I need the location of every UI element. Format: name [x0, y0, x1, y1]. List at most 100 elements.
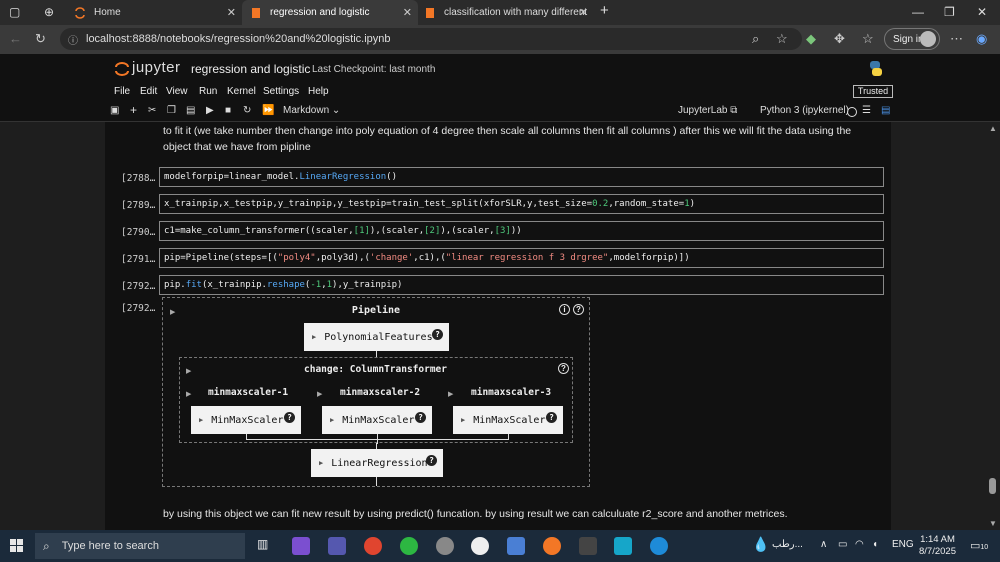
tab-home[interactable]: Home ✕ — [70, 0, 242, 25]
help-icon[interactable]: ? — [432, 329, 443, 340]
whatsapp-icon[interactable] — [400, 537, 418, 555]
app-d-icon[interactable] — [579, 537, 597, 555]
code-cell-3[interactable]: c1=make_column_transformer((scaler,[1]),… — [159, 221, 884, 241]
visual-studio-icon[interactable] — [292, 537, 310, 555]
expand-arrow-icon[interactable]: ▶ — [186, 367, 191, 375]
edge-icon[interactable] — [650, 537, 668, 555]
favorite-star-icon[interactable]: ☆ — [776, 31, 788, 47]
copilot-icon[interactable]: ◉ — [976, 31, 987, 47]
teams-icon[interactable] — [328, 537, 346, 555]
scroll-thumb[interactable] — [989, 478, 996, 494]
chevron-up-icon[interactable]: ∧ — [820, 539, 827, 550]
close-icon[interactable]: ✕ — [403, 6, 412, 19]
menu-run[interactable]: Run — [199, 86, 217, 97]
expand-arrow-icon[interactable]: ▶ — [448, 390, 453, 398]
weather-text[interactable]: رطب... — [772, 539, 803, 550]
maximize-icon[interactable]: ❐ — [944, 5, 955, 19]
minimize-icon[interactable]: — — [912, 5, 924, 19]
help-icon[interactable]: ? — [546, 412, 557, 423]
more-options-icon[interactable]: ⋯ — [950, 31, 963, 47]
scroll-up-icon[interactable]: ▲ — [989, 124, 997, 133]
refresh-icon[interactable]: ↻ — [35, 31, 46, 47]
close-icon[interactable]: ✕ — [227, 6, 236, 19]
volume-icon[interactable]: ◖ — [872, 539, 878, 550]
help-icon[interactable]: ? — [573, 304, 584, 315]
windows-start-icon[interactable] — [10, 539, 24, 553]
code-cell-5[interactable]: pip.fit(x_trainpip.reshape(-1,1),y_train… — [159, 275, 884, 295]
help-icon[interactable]: ? — [426, 455, 437, 466]
taskbar-search-input[interactable]: ⌕ Type here to search — [35, 533, 245, 559]
expand-arrow-icon[interactable]: ▶ — [317, 390, 322, 398]
jupyterlab-link[interactable]: JupyterLab ⧉ — [678, 105, 737, 116]
estimator-minmaxscaler-2[interactable]: ▶ MinMaxScaler ? — [322, 406, 432, 434]
remote-desktop-icon[interactable] — [507, 537, 525, 555]
help-icon[interactable]: ? — [558, 363, 569, 374]
zoom-icon[interactable]: ⌕ — [752, 31, 759, 47]
add-cell-icon[interactable]: + — [130, 103, 137, 117]
code-cell-1[interactable]: modelforpip=linear_model.LinearRegressio… — [159, 167, 884, 187]
paste-icon[interactable]: ▤ — [186, 105, 195, 116]
code-cell-4[interactable]: pip=Pipeline(steps=[("poly4",poly3d),('c… — [159, 248, 884, 268]
language-indicator[interactable]: ENG — [892, 539, 914, 550]
app-icon[interactable] — [436, 537, 454, 555]
photos-icon[interactable] — [614, 537, 632, 555]
globe-icon[interactable]: ⊕ — [44, 5, 54, 19]
expand-arrow-icon[interactable]: ▶ — [186, 390, 191, 398]
info-icon[interactable]: ⓘ — [68, 32, 78, 47]
code-cell-2[interactable]: x_trainpip,x_testpip,y_trainpip,y_testpi… — [159, 194, 884, 214]
menu-file[interactable]: File — [114, 86, 130, 97]
close-icon[interactable]: ✕ — [579, 6, 588, 19]
wifi-icon[interactable]: ◠ — [855, 539, 864, 550]
hamburger-icon[interactable]: ☰ — [862, 105, 871, 116]
info-icon[interactable]: i — [559, 304, 570, 315]
extensions-puzzle-icon[interactable]: ✥ — [834, 31, 845, 47]
window-close-icon[interactable]: ✕ — [977, 5, 987, 19]
estimator-minmaxscaler-3[interactable]: ▶ MinMaxScaler ? — [453, 406, 563, 434]
stop-icon[interactable]: ■ — [225, 105, 231, 116]
menu-view[interactable]: View — [166, 86, 188, 97]
pipeline-title[interactable]: Pipeline — [163, 305, 589, 316]
menu-settings[interactable]: Settings — [263, 86, 299, 97]
battery-icon[interactable]: ▭ — [838, 539, 847, 550]
run-icon[interactable]: ▶ — [206, 105, 214, 116]
extension-icon[interactable]: ◆ — [806, 31, 816, 47]
scroll-down-icon[interactable]: ▼ — [989, 519, 997, 528]
estimator-minmaxscaler-1[interactable]: ▶ MinMaxScaler ? — [191, 406, 301, 434]
cut-icon[interactable]: ✂ — [148, 105, 156, 116]
task-view-icon[interactable]: ▥ — [257, 537, 268, 551]
markdown-cell-bottom[interactable]: by using this object we can fit new resu… — [163, 506, 873, 522]
menu-help[interactable]: Help — [308, 86, 329, 97]
tab-classification[interactable]: classification with many different ✕ — [418, 0, 594, 25]
sign-in-button[interactable]: Sign in — [884, 28, 940, 50]
fast-forward-icon[interactable]: ⏩ — [262, 105, 274, 116]
vertical-scrollbar[interactable]: ▲ ▼ — [986, 122, 1000, 530]
jupyter-taskbar-icon[interactable] — [543, 537, 561, 555]
trusted-badge[interactable]: Trusted — [853, 85, 893, 98]
favorites-icon[interactable]: ☆ — [862, 31, 874, 47]
notification-icon[interactable]: ▭10 — [970, 539, 988, 552]
help-icon[interactable]: ? — [415, 412, 426, 423]
restart-icon[interactable]: ↻ — [243, 105, 251, 116]
new-tab-icon[interactable]: + — [600, 2, 609, 19]
markdown-cell-top[interactable]: to fit it (we take number then change in… — [163, 123, 873, 155]
github-icon[interactable] — [471, 537, 489, 555]
tab-actions-icon[interactable]: ▢ — [9, 5, 20, 19]
help-icon[interactable]: ? — [284, 412, 295, 423]
copy-icon[interactable]: ❐ — [167, 105, 176, 116]
url-input[interactable]: ⓘ localhost:8888/notebooks/regression%20… — [60, 28, 802, 50]
tab-regression[interactable]: regression and logistic ✕ — [242, 0, 418, 25]
weather-icon[interactable]: 💧 — [752, 536, 769, 553]
notebook-title[interactable]: regression and logistic — [191, 62, 310, 76]
menu-kernel[interactable]: Kernel — [227, 86, 256, 97]
save-icon[interactable]: ▣ — [110, 105, 119, 116]
sub-label-minmaxscaler-1[interactable]: minmaxscaler-1 — [208, 387, 288, 398]
back-icon[interactable]: ← — [9, 31, 22, 46]
estimator-linearregression[interactable]: ▶ LinearRegression ? — [311, 449, 443, 477]
menu-edit[interactable]: Edit — [140, 86, 157, 97]
sub-label-minmaxscaler-2[interactable]: minmaxscaler-2 — [340, 387, 420, 398]
kernel-name[interactable]: Python 3 (ipykernel) — [760, 105, 849, 116]
notebook-settings-icon[interactable]: ▤ — [881, 105, 890, 116]
clock[interactable]: 1:14 AM 8/7/2025 — [919, 534, 956, 558]
sub-label-minmaxscaler-3[interactable]: minmaxscaler-3 — [471, 387, 551, 398]
estimator-polynomialfeatures[interactable]: ▶ PolynomialFeatures ? — [304, 323, 449, 351]
